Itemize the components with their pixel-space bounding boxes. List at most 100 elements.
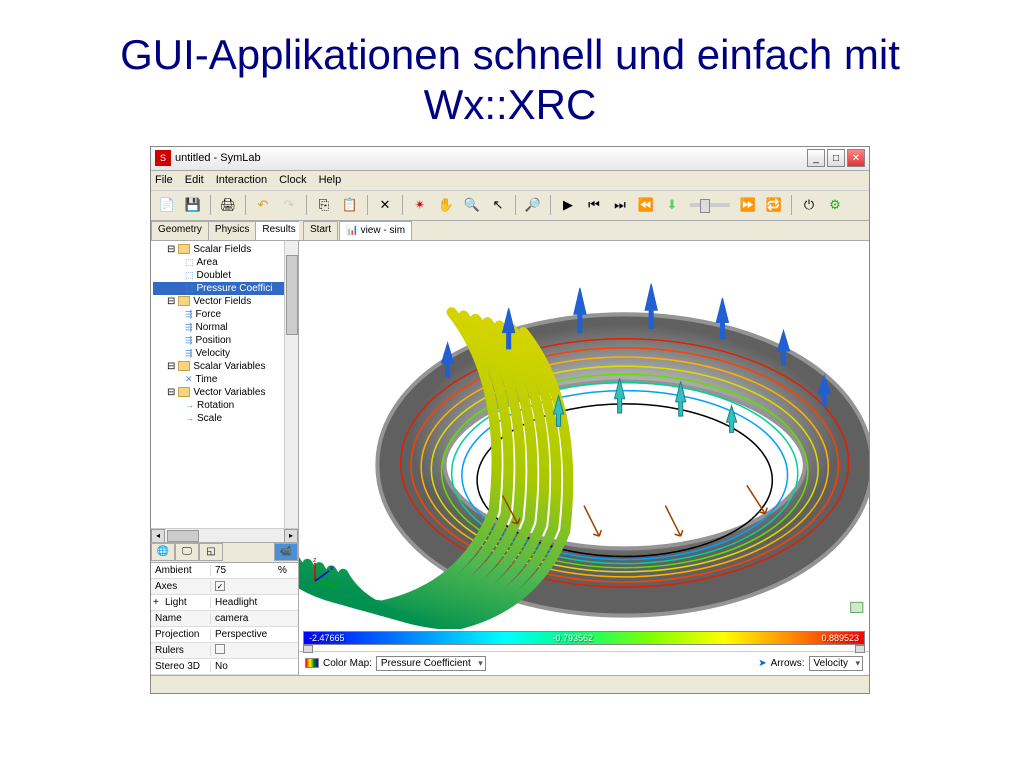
svg-text:x: x (330, 565, 334, 572)
copy-button[interactable]: ⎘ (312, 193, 336, 217)
close-button[interactable]: ✕ (847, 149, 865, 167)
tree-item-time[interactable]: ✕Time (153, 373, 296, 386)
3d-viewport[interactable]: z y x (299, 241, 869, 629)
prop-tab-globe[interactable]: 🌐 (151, 543, 175, 561)
colormap-select[interactable]: Pressure Coefficient (376, 656, 486, 671)
tree-item-position[interactable]: ⇶Position (153, 334, 296, 347)
tree-item-velocity[interactable]: ⇶Velocity (153, 347, 296, 360)
separator (550, 195, 551, 215)
prop-row-stereo[interactable]: Stereo 3DNo (151, 659, 298, 675)
redo-button[interactable]: ↷ (277, 193, 301, 217)
left-tabs: Geometry Physics Results (151, 221, 298, 241)
tab-geometry[interactable]: Geometry (151, 221, 209, 240)
prop-row-name[interactable]: Namecamera (151, 611, 298, 627)
prop-tab-monitor[interactable]: 🖵 (175, 543, 199, 561)
tree-item-rotation[interactable]: →Rotation (153, 399, 296, 412)
minimize-button[interactable]: _ (807, 149, 825, 167)
main-area: Geometry Physics Results ⊟Scalar Fields … (151, 221, 869, 675)
prop-row-rulers[interactable]: Rulers (151, 643, 298, 659)
save-button[interactable]: 💾 (181, 193, 205, 217)
tree-folder-vector-fields[interactable]: ⊟Vector Fields (153, 295, 296, 308)
menu-file[interactable]: File (155, 174, 173, 186)
separator (367, 195, 368, 215)
rotate-button[interactable]: ✴ (408, 193, 432, 217)
tree-item-scale[interactable]: →Scale (153, 412, 296, 425)
svg-text:y: y (334, 582, 338, 589)
scroll-right-button[interactable]: ▸ (284, 529, 298, 543)
menu-interaction[interactable]: Interaction (216, 174, 267, 186)
checkbox-icon[interactable] (215, 644, 225, 654)
menu-edit[interactable]: Edit (185, 174, 204, 186)
pointer-button[interactable]: ↖ (486, 193, 510, 217)
scale-min: -2.47665 (306, 633, 348, 643)
separator (791, 195, 792, 215)
print-button[interactable]: 🖨 (216, 193, 240, 217)
prop-row-axes[interactable]: Axes✓ (151, 579, 298, 595)
menu-clock[interactable]: Clock (279, 174, 307, 186)
tree-hscrollbar[interactable]: ◂ ▸ (151, 528, 298, 542)
color-scale[interactable]: -2.47665 -0.793562 0.889523 (303, 631, 865, 645)
prop-tabs: 🌐 🖵 ◱ 📹 (151, 543, 298, 563)
tree-item-area[interactable]: ⬚Area (153, 256, 296, 269)
titlebar[interactable]: S untitled - SymLab _ □ ✕ (151, 147, 869, 171)
step-back-button[interactable]: ⏮ (582, 193, 606, 217)
power-button[interactable]: ⏻ (797, 193, 821, 217)
tab-physics[interactable]: Physics (208, 221, 256, 240)
arrows-select[interactable]: Velocity (809, 656, 863, 671)
checkbox-icon[interactable]: ✓ (215, 581, 225, 591)
prop-tab-camera[interactable]: 📹 (274, 543, 298, 561)
statusbar (151, 675, 869, 693)
colormap-icon (305, 658, 319, 668)
tree-item-force[interactable]: ⇶Force (153, 308, 296, 321)
speed-slider[interactable] (690, 203, 730, 207)
tree-folder-scalar-fields[interactable]: ⊟Scalar Fields (153, 243, 296, 256)
axes-gizmo: z y x (305, 555, 341, 593)
separator (306, 195, 307, 215)
tab-results[interactable]: Results (255, 221, 302, 240)
svg-text:z: z (313, 557, 317, 564)
zoom-fit-button[interactable]: 🔎 (521, 193, 545, 217)
tree-item-doublet[interactable]: ⬚Doublet (153, 269, 296, 282)
undo-button[interactable]: ↶ (251, 193, 275, 217)
fast-fwd-button[interactable]: ⏩ (736, 193, 760, 217)
menubar: File Edit Interaction Clock Help (151, 171, 869, 191)
scroll-left-button[interactable]: ◂ (151, 529, 165, 543)
rewind-button[interactable]: ⏪ (634, 193, 658, 217)
step-fwd-button[interactable]: ⏭ (608, 193, 632, 217)
separator (515, 195, 516, 215)
menu-help[interactable]: Help (319, 174, 342, 186)
tab-view-sim[interactable]: 📊view - sim (339, 221, 412, 240)
toolbar: 📄 💾 🖨 ↶ ↷ ⎘ 📋 ✕ ✴ ✋ 🔍 ↖ 🔎 ▶ ⏮ ⏭ ⏪ ⬇ ⏩ 🔁 … (151, 191, 869, 221)
delete-button[interactable]: ✕ (373, 193, 397, 217)
prop-row-light[interactable]: +LightHeadlight (151, 595, 298, 611)
tree-folder-vector-vars[interactable]: ⊟Vector Variables (153, 386, 296, 399)
new-button[interactable]: 📄 (155, 193, 179, 217)
tree-item-pressure[interactable]: ⬚Pressure Coeffici (153, 282, 296, 295)
tree-item-normal[interactable]: ⇶Normal (153, 321, 296, 334)
simulation-render (299, 241, 869, 629)
prop-row-ambient[interactable]: Ambient75% (151, 563, 298, 579)
prop-row-projection[interactable]: ProjectionPerspective (151, 627, 298, 643)
arrows-icon: ➤ (758, 658, 766, 669)
speed-down-icon[interactable]: ⬇ (660, 193, 684, 217)
play-button[interactable]: ▶ (556, 193, 580, 217)
separator (245, 195, 246, 215)
tree-folder-scalar-vars[interactable]: ⊟Scalar Variables (153, 360, 296, 373)
scale-handle-max[interactable] (855, 645, 865, 653)
paste-button[interactable]: 📋 (338, 193, 362, 217)
pan-button[interactable]: ✋ (434, 193, 458, 217)
prop-tab-cube[interactable]: ◱ (199, 543, 223, 561)
scale-max: 0.889523 (818, 633, 862, 643)
properties-panel: 🌐 🖵 ◱ 📹 Ambient75% Axes✓ +LightHeadlight… (151, 542, 298, 675)
zoom-button[interactable]: 🔍 (460, 193, 484, 217)
tab-start[interactable]: Start (303, 221, 338, 240)
loop-button[interactable]: 🔁 (762, 193, 786, 217)
settings-button[interactable]: ⚙ (823, 193, 847, 217)
maximize-button[interactable]: □ (827, 149, 845, 167)
scale-mid: -0.793562 (550, 633, 597, 643)
tree-vscrollbar[interactable] (284, 241, 298, 528)
results-tree[interactable]: ⊟Scalar Fields ⬚Area ⬚Doublet ⬚Pressure … (151, 241, 298, 528)
right-tabs: Start 📊view - sim (299, 221, 869, 241)
scale-handle-min[interactable] (303, 645, 313, 653)
slide-title: GUI-Applikationen schnell und einfach mi… (0, 0, 1020, 146)
